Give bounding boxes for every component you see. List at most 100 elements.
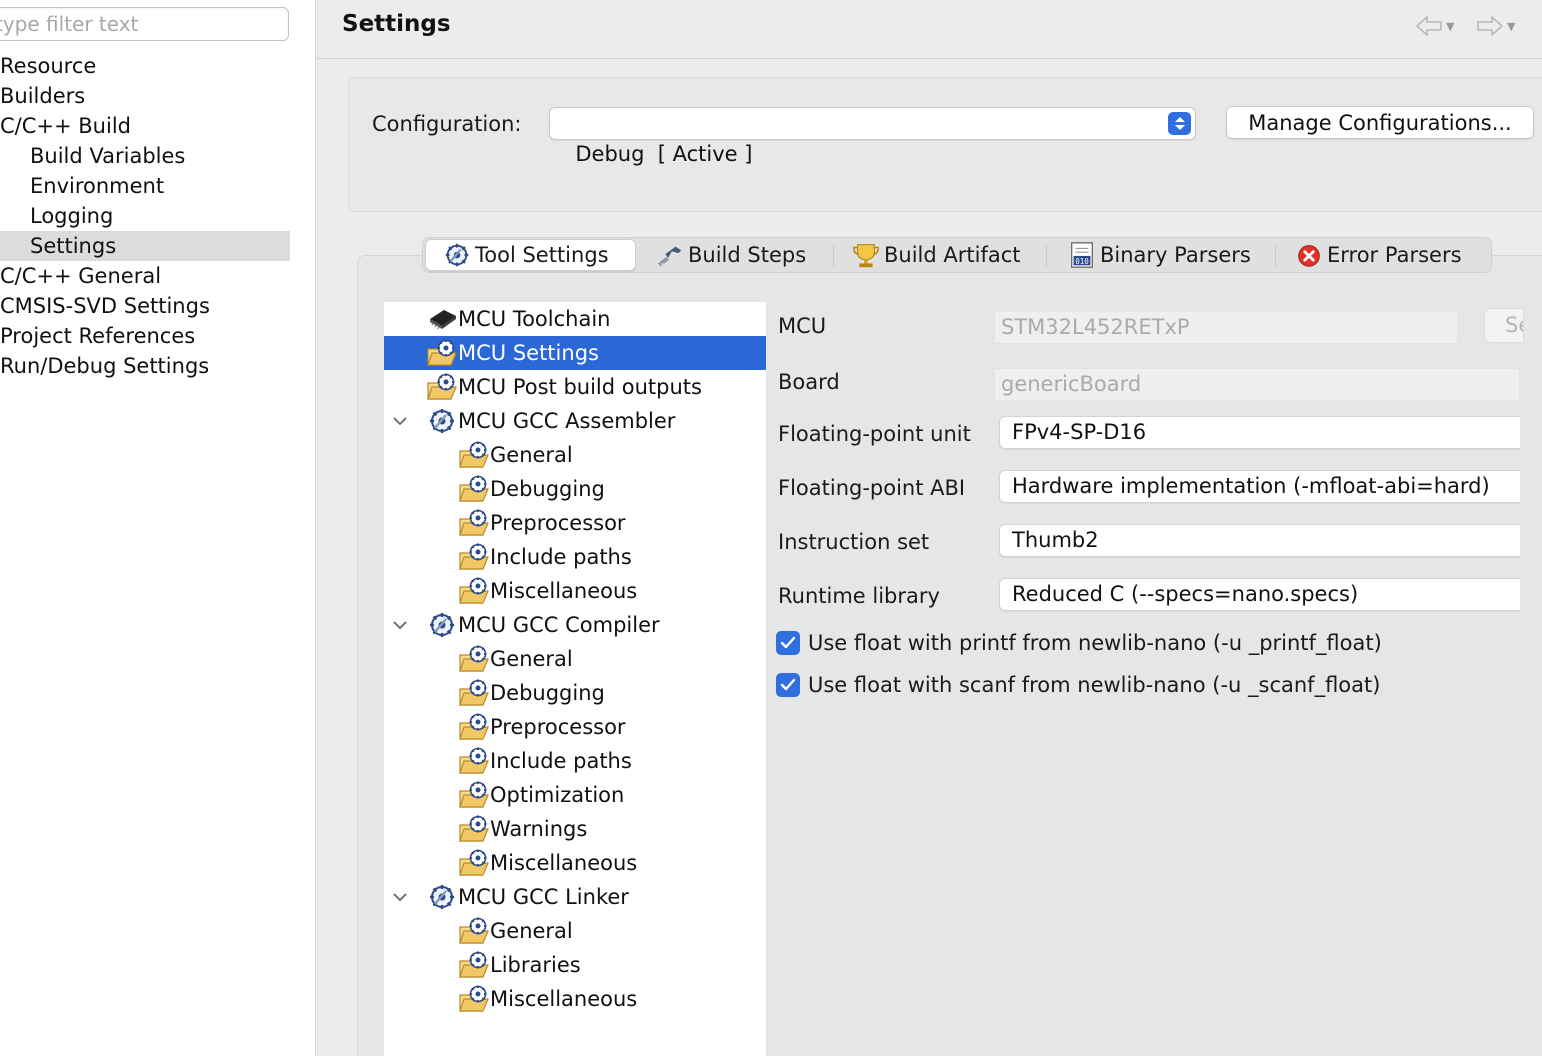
folder-settings-icon — [458, 916, 490, 946]
page-title: Settings — [342, 11, 451, 37]
tree-item-label: Miscellaneous — [490, 851, 638, 875]
tree-item-assembler-miscellaneous[interactable]: Miscellaneous — [458, 574, 637, 608]
tree-item-compiler-preprocessor[interactable]: Preprocessor — [458, 710, 626, 744]
nav-item-project-references[interactable]: Project References — [0, 321, 290, 351]
floating-point-abi-select[interactable]: Hardware implementation (-mfloat-abi=har… — [999, 470, 1520, 503]
folder-settings-icon — [458, 814, 490, 844]
collapse-toggle[interactable] — [390, 887, 410, 907]
tab-label: Binary Parsers — [1100, 243, 1251, 267]
back-button[interactable]: ▼ — [1414, 12, 1454, 40]
tab-separator — [833, 246, 834, 266]
filter-input[interactable] — [0, 7, 289, 41]
tab-label: Build Steps — [688, 243, 807, 267]
tree-item-label: MCU Post build outputs — [458, 375, 702, 399]
tree-item-compiler-general[interactable]: General — [458, 642, 573, 676]
tree-item-compiler-miscellaneous[interactable]: Miscellaneous — [458, 846, 637, 880]
tree-item-label: Debugging — [490, 681, 605, 705]
tab-binary-parsers[interactable]: Binary Parsers — [1067, 239, 1251, 271]
tree-item-label: Miscellaneous — [490, 987, 638, 1011]
folder-settings-icon — [458, 848, 490, 878]
nav-item-run-debug-settings[interactable]: Run/Debug Settings — [0, 351, 290, 381]
tree-item-label: Preprocessor — [490, 511, 626, 535]
tab-build-steps[interactable]: Build Steps — [655, 239, 806, 271]
tree-item-mcu-gcc-compiler[interactable]: MCU GCC Compiler — [426, 608, 660, 642]
tree-item-linker-libraries[interactable]: Libraries — [458, 948, 581, 982]
configuration-group — [348, 77, 1542, 212]
forward-arrow-icon — [1477, 16, 1503, 36]
folder-settings-icon — [458, 780, 490, 810]
tree-item-linker-miscellaneous[interactable]: Miscellaneous — [458, 982, 637, 1016]
instruction-set-label: Instruction set — [778, 530, 930, 554]
collapse-toggle[interactable] — [390, 411, 410, 431]
nav-item-cmsis-svd-settings[interactable]: CMSIS-SVD Settings — [0, 291, 290, 321]
build-steps-icon — [655, 240, 685, 270]
tab-label: Tool Settings — [475, 243, 609, 267]
tree-item-label: Miscellaneous — [490, 579, 638, 603]
header-divider — [317, 58, 1542, 59]
tree-item-assembler-include-paths[interactable]: Include paths — [458, 540, 632, 574]
tree-item-compiler-optimization[interactable]: Optimization — [458, 778, 624, 812]
scanf-float-checkbox[interactable]: Use float with scanf from newlib-nano (-… — [776, 673, 1380, 697]
floating-point-unit-label: Floating-point unit — [778, 422, 971, 446]
tab-build-artifact[interactable]: Build Artifact — [851, 239, 1021, 271]
tab-tool-settings[interactable]: Tool Settings — [425, 239, 636, 271]
nav-item-builders[interactable]: Builders — [0, 81, 290, 111]
select-mcu-button: Select... — [1484, 308, 1524, 343]
scanf-float-label: Use float with scanf from newlib-nano (-… — [808, 673, 1381, 697]
nav-item-cpp-general[interactable]: C/C++ General — [0, 261, 290, 291]
property-page-list: Resource Builders C/C++ Build Build Vari… — [0, 51, 290, 381]
tree-item-compiler-include-paths[interactable]: Include paths — [458, 744, 632, 778]
printf-float-label: Use float with printf from newlib-nano (… — [808, 631, 1382, 655]
tree-item-mcu-settings[interactable]: MCU Settings — [384, 336, 766, 370]
tree-item-compiler-debugging[interactable]: Debugging — [458, 676, 605, 710]
manage-configurations-button[interactable]: Manage Configurations... — [1226, 106, 1534, 139]
tree-item-label: Optimization — [490, 783, 625, 807]
instruction-set-select[interactable]: Thumb2 — [999, 524, 1520, 557]
printf-float-checkbox[interactable]: Use float with printf from newlib-nano (… — [776, 631, 1382, 655]
folder-settings-icon — [458, 576, 490, 606]
folder-settings-icon — [458, 950, 490, 980]
tree-item-mcu-post-build-outputs[interactable]: MCU Post build outputs — [426, 370, 702, 404]
nav-item-logging[interactable]: Logging — [0, 201, 290, 231]
mcu-label: MCU — [778, 314, 827, 338]
nav-item-resource[interactable]: Resource — [0, 51, 290, 81]
folder-settings-icon — [458, 440, 490, 470]
tree-item-label: Debugging — [490, 477, 605, 501]
checkmark-icon — [776, 631, 800, 655]
tree-item-assembler-debugging[interactable]: Debugging — [458, 472, 605, 506]
tree-item-compiler-warnings[interactable]: Warnings — [458, 812, 587, 846]
runtime-library-select[interactable]: Reduced C (--specs=nano.specs) — [999, 578, 1520, 611]
tree-item-label: MCU GCC Compiler — [458, 613, 660, 637]
nav-item-settings[interactable]: Settings — [0, 231, 290, 261]
folder-settings-icon — [458, 678, 490, 708]
tree-item-linker-general[interactable]: General — [458, 914, 573, 948]
tool-gear-icon — [426, 882, 458, 912]
tab-error-parsers[interactable]: Error Parsers — [1294, 239, 1462, 271]
tab-separator — [1275, 246, 1276, 266]
tree-item-assembler-preprocessor[interactable]: Preprocessor — [458, 506, 626, 540]
tree-item-mcu-gcc-assembler[interactable]: MCU GCC Assembler — [426, 404, 675, 438]
configuration-select[interactable]: Debug [ Active ] — [549, 107, 1196, 166]
folder-settings-icon — [458, 712, 490, 742]
tree-item-label: Warnings — [490, 817, 588, 841]
tool-gear-icon — [426, 406, 458, 436]
nav-item-cpp-build[interactable]: C/C++ Build — [0, 111, 290, 141]
folder-settings-icon — [458, 542, 490, 572]
tree-item-mcu-gcc-linker[interactable]: MCU GCC Linker — [426, 880, 629, 914]
tree-item-mcu-toolchain[interactable]: MCU Toolchain — [426, 302, 611, 336]
chevron-down-icon — [393, 417, 407, 426]
collapse-toggle[interactable] — [390, 615, 410, 635]
floating-point-unit-select[interactable]: FPv4-SP-D16 — [999, 416, 1520, 449]
folder-settings-icon — [426, 372, 458, 402]
nav-item-environment[interactable]: Environment — [0, 171, 290, 201]
checkmark-icon — [776, 673, 800, 697]
tab-label: Error Parsers — [1327, 243, 1462, 267]
tree-item-assembler-general[interactable]: General — [458, 438, 573, 472]
folder-settings-icon — [458, 474, 490, 504]
tree-item-label: General — [490, 443, 573, 467]
folder-settings-icon — [458, 508, 490, 538]
forward-button[interactable]: ▼ — [1475, 12, 1515, 40]
tree-item-label: Include paths — [490, 749, 632, 773]
nav-item-build-variables[interactable]: Build Variables — [0, 141, 290, 171]
runtime-library-label: Runtime library — [778, 584, 940, 608]
